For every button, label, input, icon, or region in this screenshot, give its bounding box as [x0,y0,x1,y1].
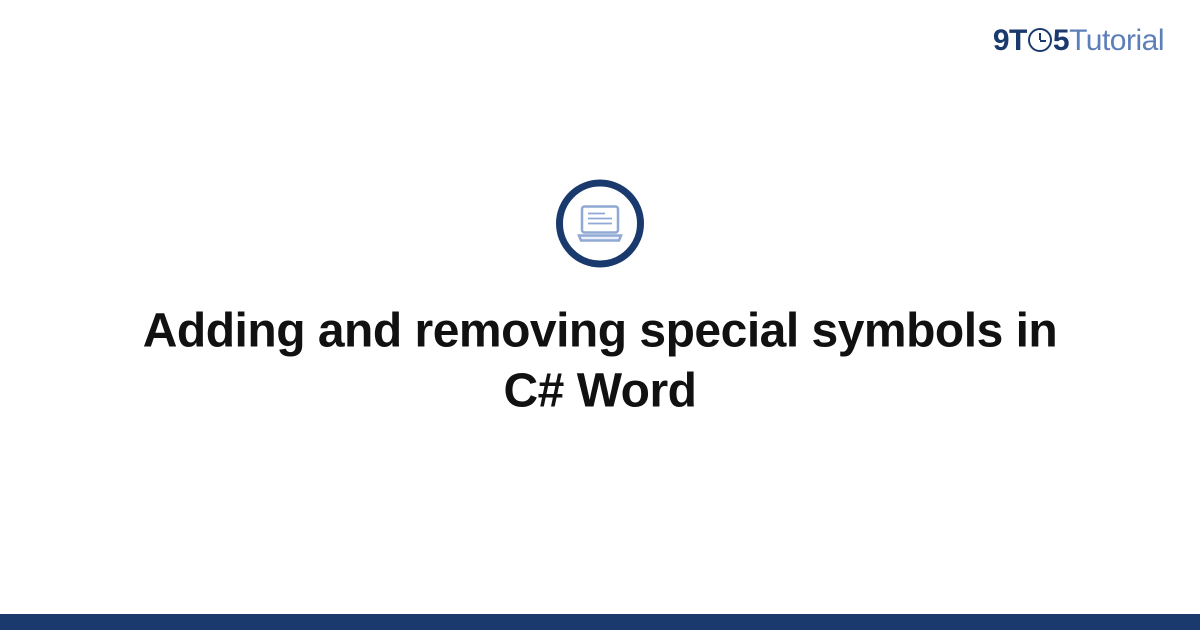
main-content: Adding and removing special symbols in C… [0,179,1200,421]
logo-text-part1: 9T [993,24,1027,58]
footer-accent-bar [0,614,1200,630]
laptop-icon [575,203,625,243]
logo-text-part2: 5 [1053,24,1069,58]
article-title: Adding and removing special symbols in C… [140,301,1060,421]
site-logo: 9T 5 Tutorial [993,24,1164,58]
author-avatar [556,179,644,267]
logo-text-part3: Tutorial [1069,24,1164,58]
clock-icon [1028,28,1052,52]
